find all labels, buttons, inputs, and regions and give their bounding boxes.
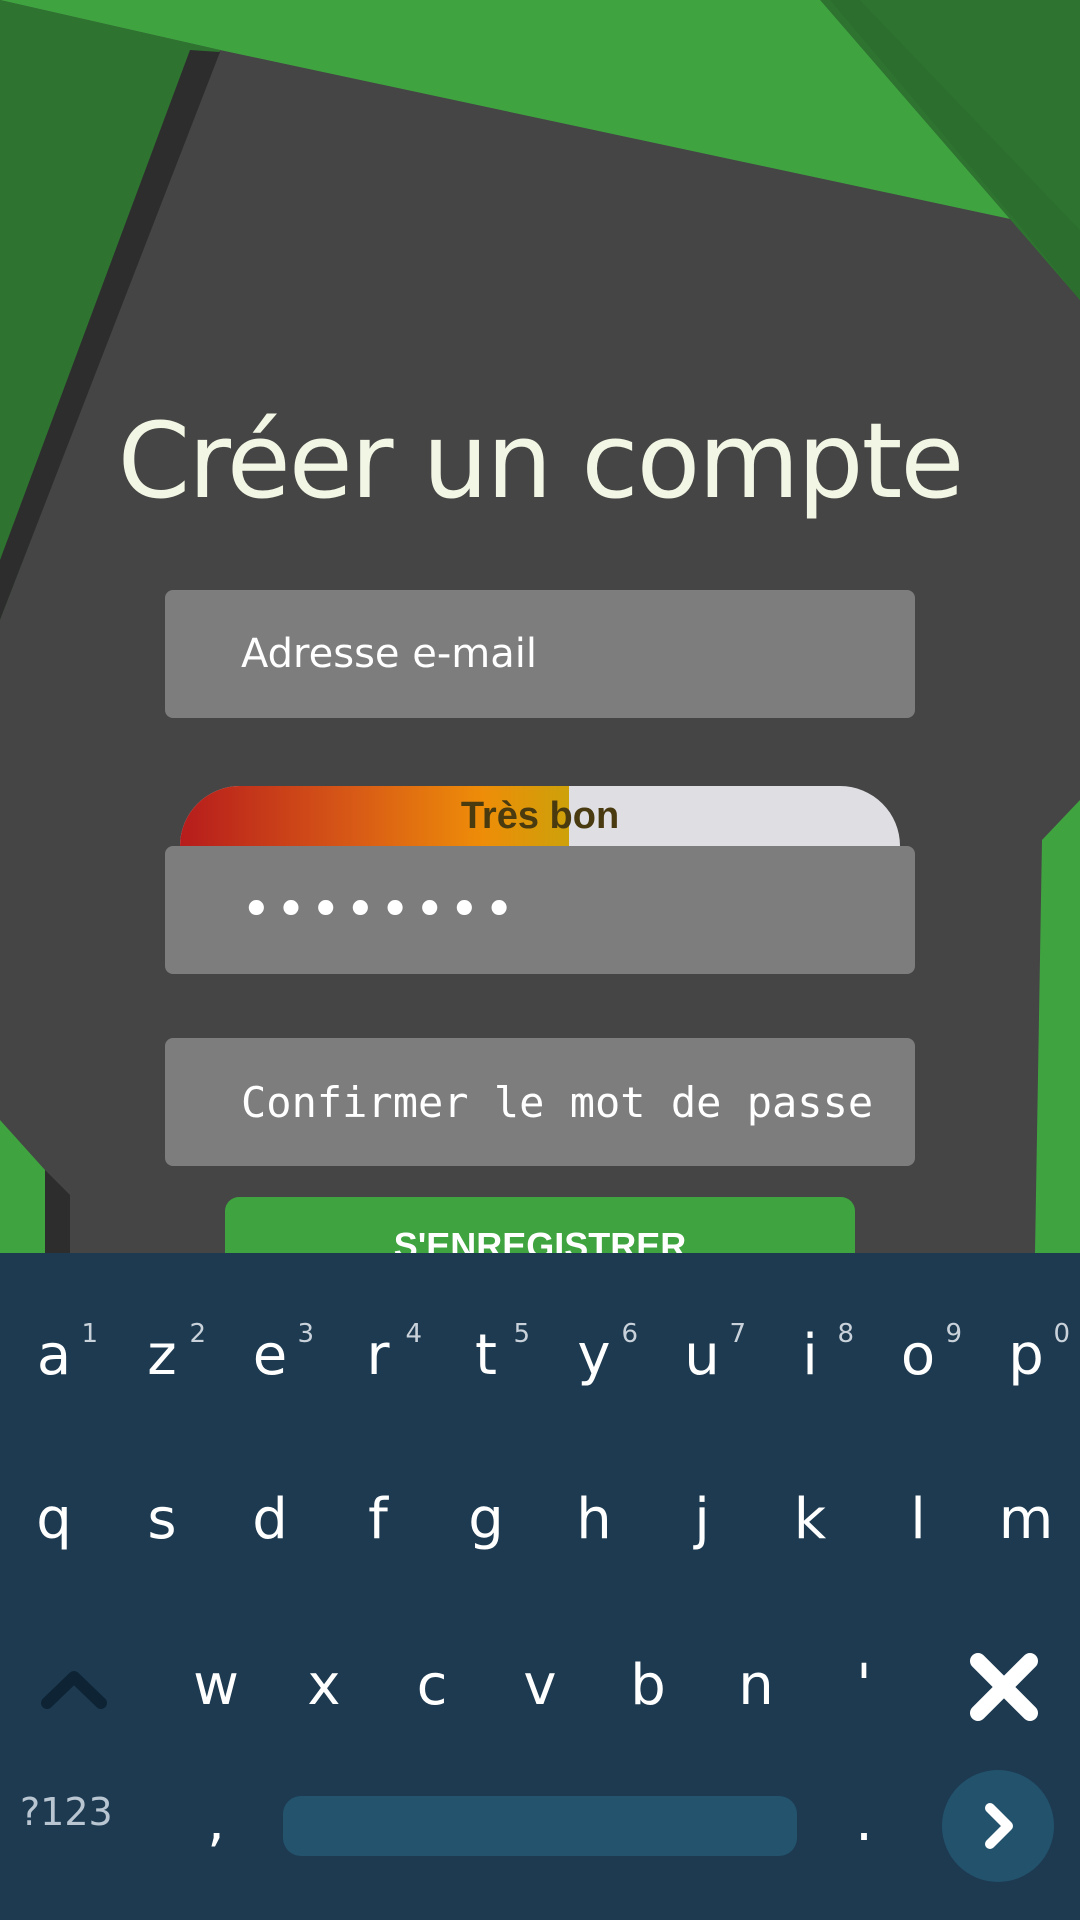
key-w[interactable]: w: [162, 1631, 270, 1741]
key-g[interactable]: g: [432, 1465, 540, 1575]
key-v[interactable]: v: [486, 1631, 594, 1741]
key-h[interactable]: h: [540, 1465, 648, 1575]
key-d[interactable]: d: [216, 1465, 324, 1575]
password-strength-meter: Très bon: [180, 786, 900, 846]
key-s[interactable]: s: [108, 1465, 216, 1575]
password-strength-label: Très bon: [460, 795, 620, 837]
key-f[interactable]: f: [324, 1465, 432, 1575]
comma-key[interactable]: ,: [162, 1772, 270, 1872]
confirm-password-field[interactable]: Confirmer le mot de passe: [165, 1038, 915, 1166]
email-field[interactable]: Adresse e-mail: [165, 590, 915, 718]
key-x[interactable]: x: [270, 1631, 378, 1741]
key-p[interactable]: p0: [972, 1301, 1080, 1411]
key-o[interactable]: o9: [864, 1301, 972, 1411]
key-i[interactable]: i8: [756, 1301, 864, 1411]
key-u[interactable]: u7: [648, 1301, 756, 1411]
key-e[interactable]: e3: [216, 1301, 324, 1411]
key-t[interactable]: t5: [432, 1301, 540, 1411]
page-title: Créer un compte: [117, 400, 965, 522]
chevron-right-icon: [985, 1803, 1013, 1849]
key-y[interactable]: y6: [540, 1301, 648, 1411]
enter-key[interactable]: [942, 1770, 1054, 1882]
key-j[interactable]: j: [648, 1465, 756, 1575]
email-placeholder: Adresse e-mail: [241, 631, 537, 677]
key-m[interactable]: m: [972, 1465, 1080, 1575]
key-b[interactable]: b: [594, 1631, 702, 1741]
confirm-password-placeholder: Confirmer le mot de passe: [241, 1077, 874, 1127]
key-z[interactable]: z2: [108, 1301, 216, 1411]
password-field[interactable]: ••••••••: [165, 846, 915, 974]
key-apostrophe[interactable]: ': [810, 1631, 918, 1741]
key-q[interactable]: q: [0, 1465, 108, 1575]
key-k[interactable]: k: [756, 1465, 864, 1575]
close-icon: [970, 1653, 1038, 1721]
key-c[interactable]: c: [378, 1631, 486, 1741]
symbols-key[interactable]: ?123: [20, 1790, 113, 1834]
key-r[interactable]: r4: [324, 1301, 432, 1411]
delete-key[interactable]: [950, 1631, 1058, 1741]
key-a[interactable]: a1: [0, 1301, 108, 1411]
space-bar[interactable]: [283, 1796, 797, 1856]
period-key[interactable]: .: [810, 1772, 918, 1872]
key-l[interactable]: l: [864, 1465, 972, 1575]
password-value: ••••••••: [241, 880, 519, 940]
chevron-up-icon: [41, 1671, 107, 1709]
key-n[interactable]: n: [702, 1631, 810, 1741]
shift-key[interactable]: [20, 1631, 128, 1741]
